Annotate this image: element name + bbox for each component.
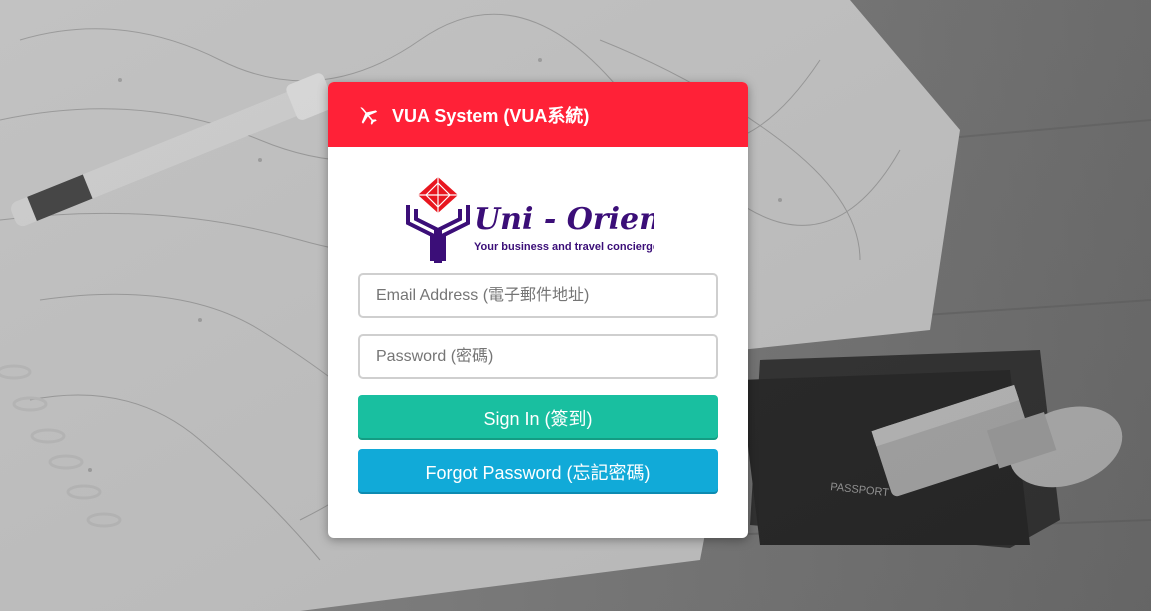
card-header: VUA System (VUA系統) bbox=[328, 82, 748, 147]
uni-orient-logo: Uni - Orient Your business and travel co… bbox=[406, 177, 654, 263]
login-card: VUA System (VUA系統) Uni - Orient Your bus… bbox=[328, 82, 748, 538]
logo-tagline: Your business and travel concierge bbox=[474, 241, 654, 253]
app-title: VUA System (VUA系統) bbox=[392, 105, 590, 126]
password-field[interactable] bbox=[358, 334, 718, 379]
logo-name: Uni - Orient bbox=[474, 202, 654, 237]
sign-in-button[interactable]: Sign In (簽到) bbox=[358, 395, 718, 440]
plane-icon bbox=[356, 103, 380, 127]
forgot-password-button[interactable]: Forgot Password (忘記密碼) bbox=[358, 449, 718, 494]
email-field[interactable] bbox=[358, 273, 718, 318]
logo-diamond-icon bbox=[418, 177, 458, 213]
